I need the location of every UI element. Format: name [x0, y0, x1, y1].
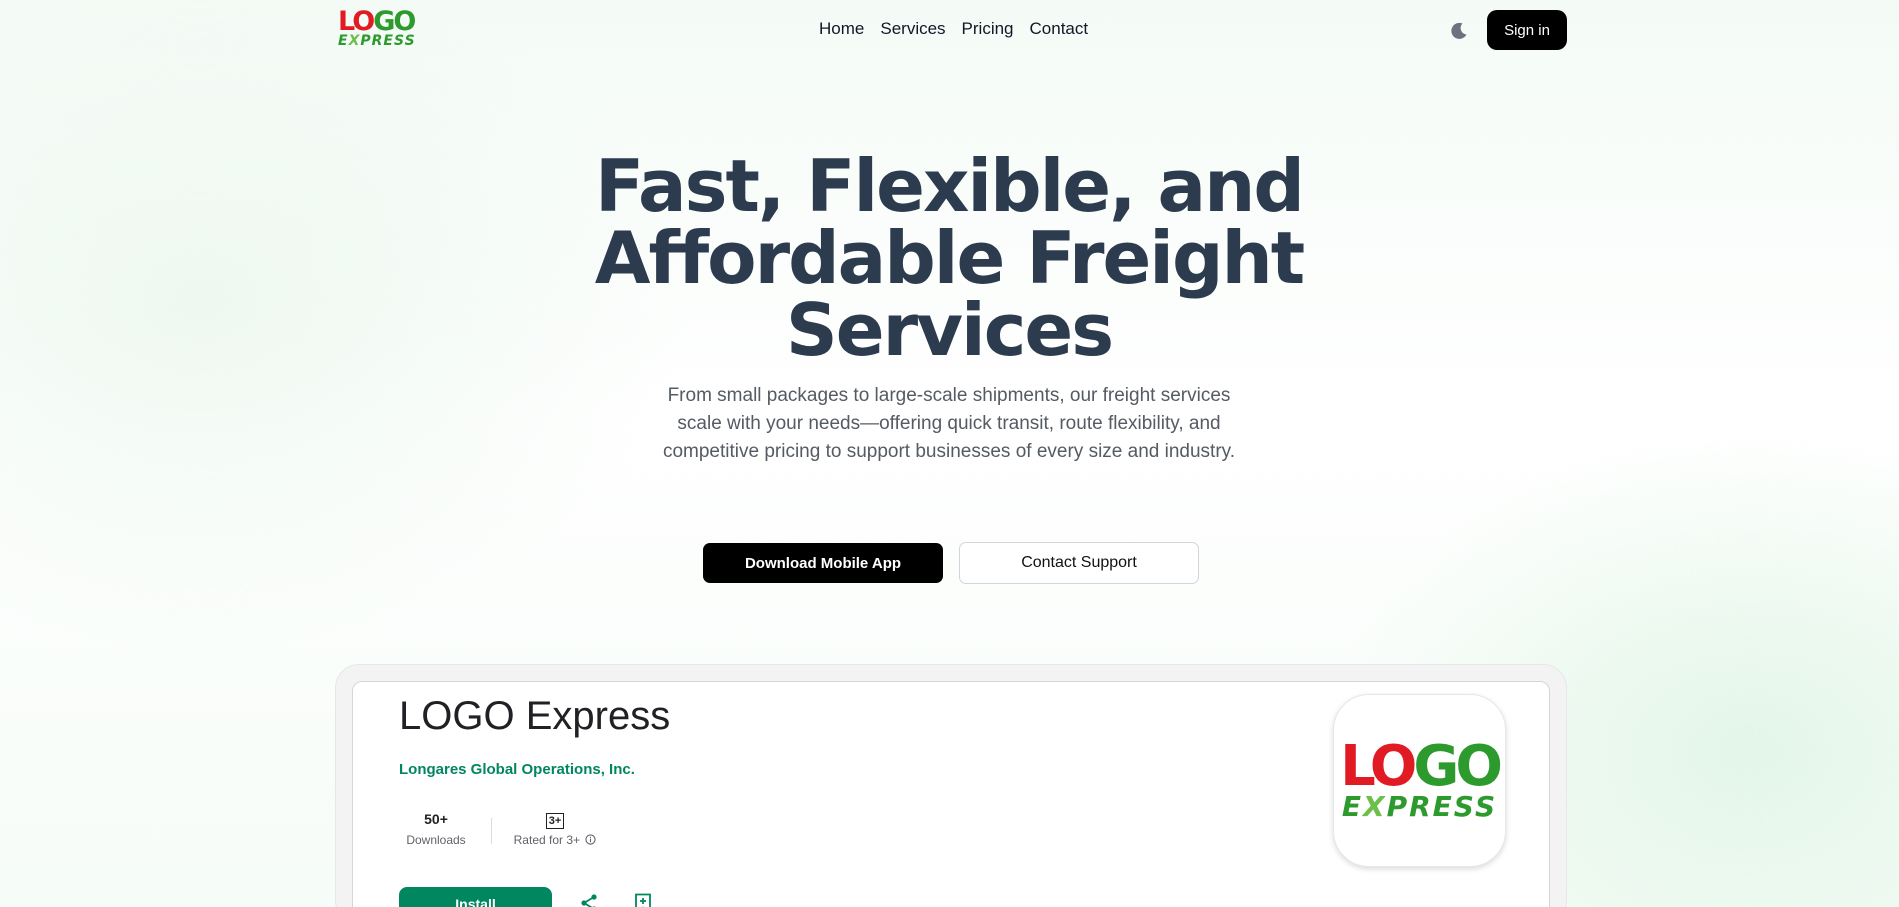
nav-pricing[interactable]: Pricing: [962, 19, 1014, 39]
hero-title-line-1: Fast, Flexible, and: [595, 144, 1305, 228]
logo-tagline: EXPRESS: [338, 33, 416, 49]
hero-title-line-3: Services: [785, 288, 1114, 372]
nav-contact[interactable]: Contact: [1030, 19, 1089, 39]
downloads-stat: 50+ Downloads: [406, 811, 466, 847]
wishlist-add-icon[interactable]: [634, 893, 652, 907]
share-icon[interactable]: [579, 893, 599, 907]
rating-badge-wrap: 3+: [510, 811, 600, 829]
logo-wordmark: LOGO: [338, 6, 416, 37]
download-app-button[interactable]: Download Mobile App: [703, 543, 943, 583]
stat-divider: [491, 818, 492, 844]
install-button[interactable]: Install: [399, 887, 552, 907]
rating-stat: 3+ Rated for 3+: [510, 811, 600, 847]
hero-title-line-2: Affordable Freight: [594, 216, 1305, 300]
nav-services[interactable]: Services: [880, 19, 945, 39]
content-rating-badge: 3+: [545, 813, 565, 829]
downloads-label: Downloads: [406, 833, 466, 847]
logo[interactable]: LOGO EXPRESS: [338, 6, 422, 51]
rating-label: Rated for 3+: [513, 833, 581, 847]
hero-subtitle: From small packages to large-scale shipm…: [662, 385, 1236, 462]
sign-in-button[interactable]: Sign in: [1487, 10, 1567, 50]
app-icon-tagline: EXPRESS: [1341, 790, 1498, 823]
moon-icon[interactable]: [1449, 21, 1469, 41]
hero-title: Fast, Flexible, and Affordable Freight S…: [549, 150, 1349, 366]
app-developer-link[interactable]: Longares Global Operations, Inc.: [399, 761, 635, 778]
info-icon[interactable]: [585, 834, 596, 845]
app-icon: LOGO EXPRESS: [1333, 694, 1506, 867]
downloads-value: 50+: [424, 811, 448, 827]
contact-support-button[interactable]: Contact Support: [959, 542, 1199, 584]
app-name: LOGO Express: [399, 694, 671, 738]
app-icon-wordmark: LOGO: [1340, 734, 1503, 799]
main-nav: Home Services Pricing Contact: [819, 19, 1088, 39]
rating-label-row: Rated for 3+: [510, 833, 600, 847]
site-header: LOGO EXPRESS Home Services Pricing Conta…: [0, 0, 1899, 60]
nav-home[interactable]: Home: [819, 19, 864, 39]
